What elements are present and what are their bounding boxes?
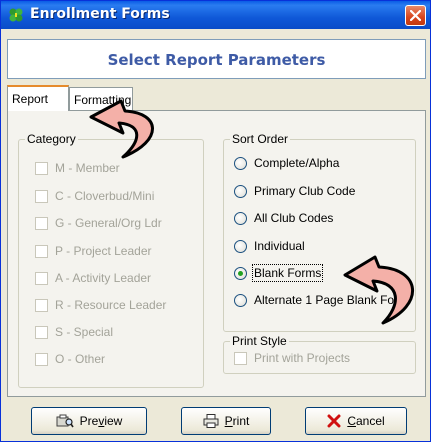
preview-label: Preview	[79, 414, 123, 428]
print-button[interactable]: Print	[181, 407, 271, 435]
radio-button[interactable]	[234, 184, 247, 198]
report-tab-panel: Category M - Member C - Cloverbud/Mini G…	[7, 110, 426, 397]
print-style-group: Print Style Print with Projects	[223, 334, 416, 374]
close-button[interactable]	[405, 5, 426, 26]
close-icon	[410, 10, 421, 21]
radio-label: Primary Club Code	[254, 184, 356, 198]
checkbox[interactable]	[35, 189, 48, 203]
cancel-button[interactable]: Cancel	[305, 407, 407, 435]
sort-order-group: Sort Order Complete/Alpha Primary Club C…	[223, 132, 416, 332]
category-item-project-leader[interactable]: P - Project Leader	[35, 243, 152, 259]
preview-button[interactable]: Preview	[31, 407, 147, 435]
checkbox[interactable]	[35, 244, 48, 258]
print-label: Print	[224, 414, 250, 428]
sort-option-primary-club-code[interactable]: Primary Club Code	[234, 183, 355, 199]
sort-option-all-club-codes[interactable]: All Club Codes	[234, 210, 333, 226]
category-item-general[interactable]: G - General/Org Ldr	[35, 215, 162, 231]
category-item-cloverbud[interactable]: C - Cloverbud/Mini	[35, 188, 154, 204]
tab-formatting[interactable]: Formatting	[69, 87, 133, 111]
radio-label: Individual	[254, 239, 305, 253]
category-group: Category M - Member C - Cloverbud/Mini G…	[18, 132, 204, 388]
enrollment-forms-dialog: Enrollment Forms Select Report Parameter…	[0, 0, 431, 442]
checkbox[interactable]	[35, 216, 48, 230]
sort-order-label: Sort Order	[230, 132, 291, 146]
radio-label: Alternate 1 Page Blank Form	[254, 293, 409, 307]
radio-button[interactable]	[234, 266, 247, 280]
radio-button[interactable]	[234, 239, 247, 253]
print-with-projects-checkbox[interactable]: Print with Projects	[234, 350, 350, 366]
checkbox-label: O - Other	[55, 352, 106, 366]
checkbox-label: M - Member	[55, 161, 120, 175]
radio-label: Blank Forms	[251, 264, 324, 282]
checkbox-label: Print with Projects	[254, 351, 351, 365]
sort-option-complete-alpha[interactable]: Complete/Alpha	[234, 155, 339, 171]
radio-button[interactable]	[234, 156, 247, 170]
page-title: Select Report Parameters	[107, 51, 326, 69]
cancel-label: Cancel	[347, 414, 385, 428]
radio-button[interactable]	[234, 211, 247, 225]
header-panel: Select Report Parameters	[7, 39, 426, 79]
checkbox-label: S - Special	[55, 325, 114, 339]
window-title: Enrollment Forms	[30, 6, 170, 22]
preview-icon	[56, 414, 74, 428]
checkbox[interactable]	[35, 161, 48, 175]
checkbox[interactable]	[35, 352, 48, 366]
print-style-label: Print Style	[230, 334, 289, 348]
checkbox-label: G - General/Org Ldr	[55, 216, 162, 230]
checkbox-label: R - Resource Leader	[55, 298, 167, 312]
sort-option-individual[interactable]: Individual	[234, 238, 305, 254]
clover-icon	[8, 7, 24, 23]
checkbox[interactable]	[35, 298, 48, 312]
x-icon	[327, 414, 341, 428]
checkbox-label: P - Project Leader	[55, 244, 152, 258]
radio-label: Complete/Alpha	[254, 156, 340, 170]
sort-option-alternate-blank-form[interactable]: Alternate 1 Page Blank Form	[234, 292, 408, 308]
radio-label: All Club Codes	[254, 211, 334, 225]
radio-button[interactable]	[234, 293, 247, 307]
category-item-special[interactable]: S - Special	[35, 324, 113, 340]
checkbox-label: A - Activity Leader	[55, 271, 152, 285]
checkbox-label: C - Cloverbud/Mini	[55, 189, 155, 203]
category-item-member[interactable]: M - Member	[35, 160, 120, 176]
sort-option-blank-forms[interactable]: Blank Forms	[234, 264, 324, 282]
checkbox[interactable]	[35, 325, 48, 339]
category-item-other[interactable]: O - Other	[35, 351, 105, 367]
printer-icon	[203, 414, 219, 428]
category-item-activity-leader[interactable]: A - Activity Leader	[35, 270, 151, 286]
category-item-resource-leader[interactable]: R - Resource Leader	[35, 297, 166, 313]
checkbox[interactable]	[234, 351, 247, 365]
checkbox[interactable]	[35, 271, 48, 285]
category-label: Category	[25, 132, 78, 146]
title-bar[interactable]: Enrollment Forms	[1, 1, 430, 29]
tab-report[interactable]: Report	[7, 85, 69, 111]
